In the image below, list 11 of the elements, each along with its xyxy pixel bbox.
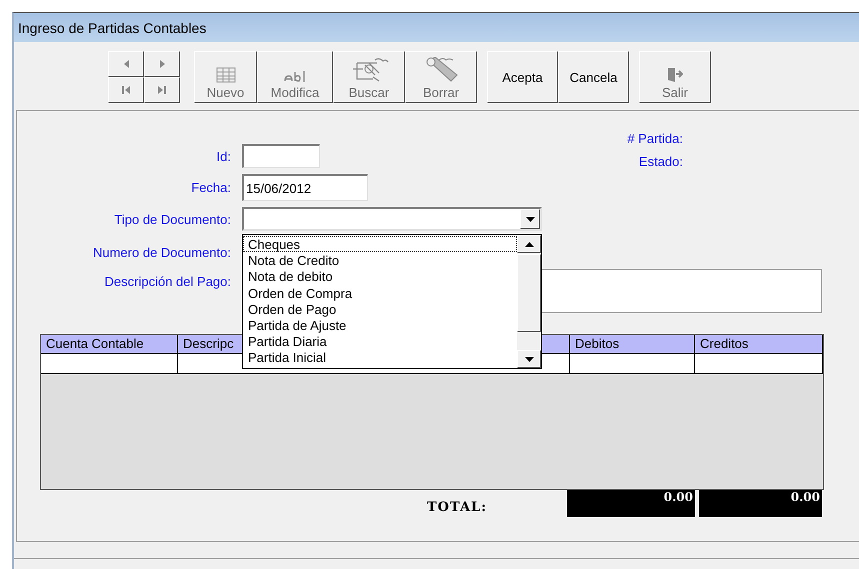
- field-label: Id:: [216, 148, 231, 164]
- field-label: Descripción del Pago:: [104, 274, 231, 289]
- field-label: Numero de Documento:: [92, 245, 231, 260]
- partida-label: # Partida:: [627, 131, 683, 146]
- total-value: 0.00: [699, 490, 822, 517]
- window-title: Ingreso de Partidas Contables: [18, 20, 206, 36]
- total-label: TOTAL:: [427, 500, 488, 515]
- field-label: Tipo de Documento:: [113, 212, 231, 226]
- total-value: 0.00: [567, 490, 695, 517]
- status-label: Estado:: [638, 154, 683, 169]
- field-label: Fecha:: [190, 180, 231, 195]
